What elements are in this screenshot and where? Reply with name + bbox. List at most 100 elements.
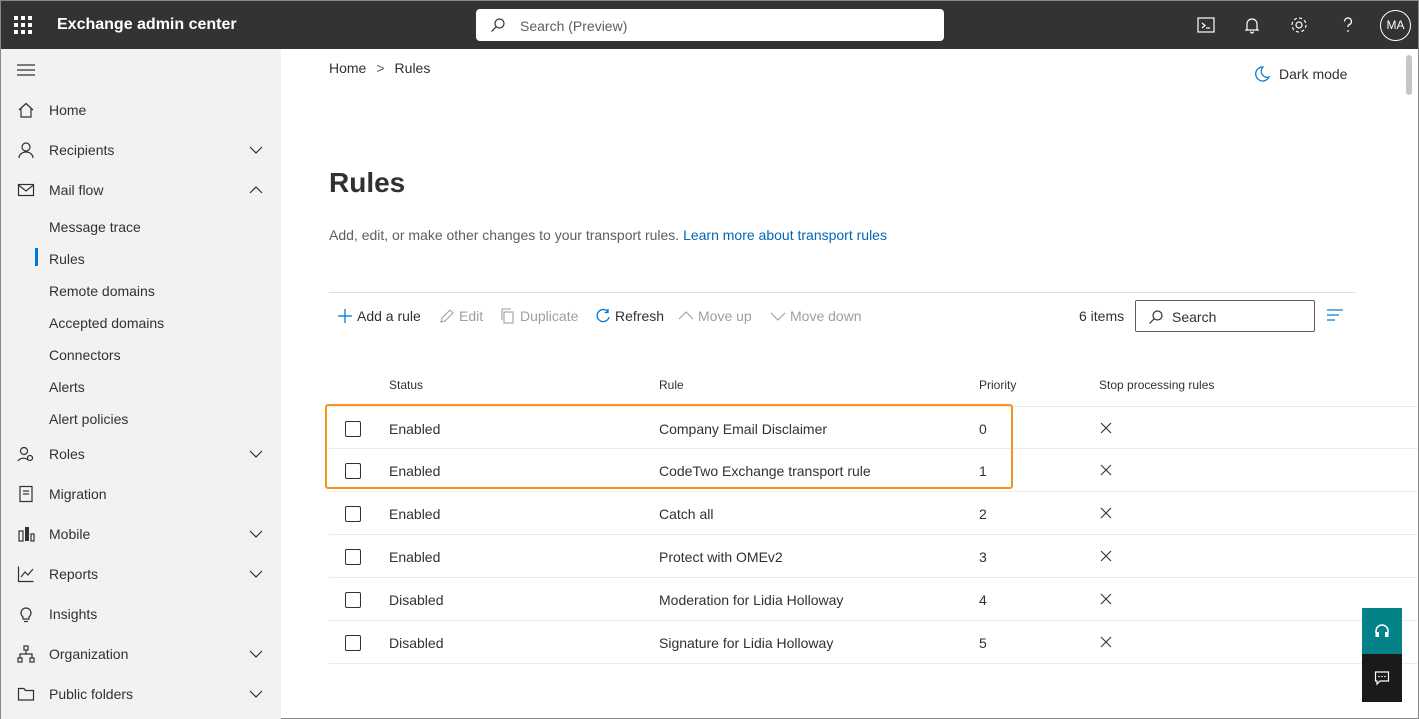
avatar[interactable]: MA (1380, 10, 1411, 41)
chevron-down-icon[interactable] (249, 567, 263, 581)
sidebar-item-organization[interactable]: Organization (1, 634, 281, 674)
sidebar-item-label: Organization (49, 646, 129, 662)
row-priority: 2 (979, 506, 987, 522)
row-rule-name[interactable]: Catch all (659, 506, 713, 522)
sidebar-item-label: Migration (49, 486, 107, 502)
row-checkbox[interactable] (345, 506, 361, 522)
plus-icon (338, 309, 352, 323)
chevron-down-icon[interactable] (249, 647, 263, 661)
sidebar-subitem-label: Alert policies (49, 411, 129, 427)
sidebar-subitem-label: Remote domains (49, 283, 155, 299)
table-row[interactable]: Enabled Catch all 2 (329, 492, 1418, 535)
chevron-down-icon[interactable] (249, 687, 263, 701)
table-row[interactable]: Disabled Signature for Lidia Holloway 5 (329, 621, 1418, 664)
learn-more-link[interactable]: Learn more about transport rules (683, 227, 887, 243)
gear-icon[interactable] (1289, 15, 1309, 35)
pencil-icon (440, 309, 454, 323)
row-priority: 3 (979, 549, 987, 565)
help-icon[interactable] (1338, 15, 1358, 35)
row-checkbox[interactable] (345, 635, 361, 651)
sidebar-subitem-message-trace[interactable]: Message trace (1, 210, 281, 242)
sidebar-item-mobile[interactable]: Mobile (1, 514, 281, 554)
sidebar-item-public-folders[interactable]: Public folders (1, 674, 281, 714)
roles-icon (17, 446, 34, 462)
breadcrumb: Home > Rules (329, 60, 430, 76)
main-content: Home > Rules Dark mode Rules Add, edit, or… (281, 49, 1418, 719)
sidebar-subitem-label: Alerts (49, 379, 85, 395)
sidebar-subitem-label: Rules (49, 251, 85, 267)
sidebar-item-label: Recipients (49, 142, 115, 158)
row-priority: 5 (979, 635, 987, 651)
column-header-priority[interactable]: Priority (979, 378, 1016, 392)
table-row[interactable]: Enabled Protect with OMEv2 3 (329, 535, 1418, 578)
sidebar-item-mail-flow[interactable]: Mail flow (1, 170, 281, 210)
row-status: Enabled (389, 549, 441, 565)
sidebar-item-label: Roles (49, 446, 85, 462)
breadcrumb-home[interactable]: Home (329, 60, 366, 76)
feedback-button[interactable] (1362, 654, 1402, 702)
rules-search-placeholder: Search (1172, 309, 1217, 325)
chevron-up-icon (678, 311, 694, 320)
row-checkbox[interactable] (345, 463, 361, 479)
app-title[interactable]: Exchange admin center (57, 16, 237, 34)
waffle-icon[interactable] (14, 16, 32, 34)
chevron-up-icon[interactable] (249, 183, 263, 197)
sidebar-subitem-alert-policies[interactable]: Alert policies (1, 402, 281, 434)
close-icon (1100, 593, 1112, 605)
reports-icon (17, 566, 34, 583)
close-icon (1100, 507, 1112, 519)
lightbulb-icon (20, 607, 32, 623)
sidebar-subitem-alerts[interactable]: Alerts (1, 370, 281, 402)
table-row[interactable]: Enabled CodeTwo Exchange transport rule … (329, 449, 1418, 492)
sidebar-item-migration[interactable]: Migration (1, 474, 281, 514)
sidebar-item-roles[interactable]: Roles (1, 434, 281, 474)
hamburger-icon[interactable] (17, 63, 35, 77)
row-checkbox[interactable] (345, 549, 361, 565)
items-count: 6 items (1079, 308, 1125, 324)
row-checkbox[interactable] (345, 592, 361, 608)
row-rule-name[interactable]: Moderation for Lidia Holloway (659, 592, 843, 608)
row-rule-name[interactable]: Company Email Disclaimer (659, 421, 827, 437)
scrollbar-thumb[interactable] (1406, 55, 1412, 95)
table-row[interactable]: Disabled Moderation for Lidia Holloway 4 (329, 578, 1418, 621)
person-icon (18, 142, 34, 159)
row-rule-name[interactable]: CodeTwo Exchange transport rule (659, 463, 871, 479)
help-support-button[interactable] (1362, 608, 1402, 654)
rules-search-input[interactable]: Search (1135, 300, 1315, 332)
mail-icon (17, 183, 35, 197)
filter-icon[interactable] (1327, 308, 1343, 322)
close-icon (1100, 550, 1112, 562)
close-icon (1100, 464, 1112, 476)
sidebar-item-recipients[interactable]: Recipients (1, 130, 281, 170)
column-header-rule[interactable]: Rule (659, 378, 684, 392)
table-row[interactable]: Enabled Company Email Disclaimer 0 (329, 406, 1418, 449)
row-status: Enabled (389, 506, 441, 522)
scrollbar[interactable] (1402, 49, 1416, 719)
row-rule-name[interactable]: Protect with OMEv2 (659, 549, 783, 565)
sidebar-item-home[interactable]: Home (1, 90, 281, 130)
row-checkbox[interactable] (345, 421, 361, 437)
terminal-icon[interactable] (1196, 15, 1216, 35)
sidebar-subitem-connectors[interactable]: Connectors (1, 338, 281, 370)
row-rule-name[interactable]: Signature for Lidia Holloway (659, 635, 833, 651)
close-icon (1100, 636, 1112, 648)
home-icon (18, 102, 34, 118)
sidebar-item-insights[interactable]: Insights (1, 594, 281, 634)
chevron-down-icon (770, 312, 786, 321)
column-header-stop-processing[interactable]: Stop processing rules (1099, 378, 1214, 392)
sidebar-subitem-accepted-domains[interactable]: Accepted domains (1, 306, 281, 338)
sidebar-item-reports[interactable]: Reports (1, 554, 281, 594)
search-icon (491, 18, 505, 32)
dark-mode-label: Dark mode (1279, 66, 1348, 82)
folder-icon (17, 687, 35, 701)
chevron-down-icon[interactable] (249, 143, 263, 157)
sidebar-subitem-label: Accepted domains (49, 315, 165, 331)
top-search-box[interactable]: Search (Preview) (476, 9, 944, 41)
sidebar-subitem-rules[interactable]: Rules (1, 242, 281, 274)
sidebar-subitem-remote-domains[interactable]: Remote domains (1, 274, 281, 306)
copy-icon (501, 308, 514, 324)
chevron-down-icon[interactable] (249, 527, 263, 541)
bell-icon[interactable] (1242, 15, 1262, 35)
column-header-status[interactable]: Status (389, 378, 423, 392)
chevron-down-icon[interactable] (249, 447, 263, 461)
